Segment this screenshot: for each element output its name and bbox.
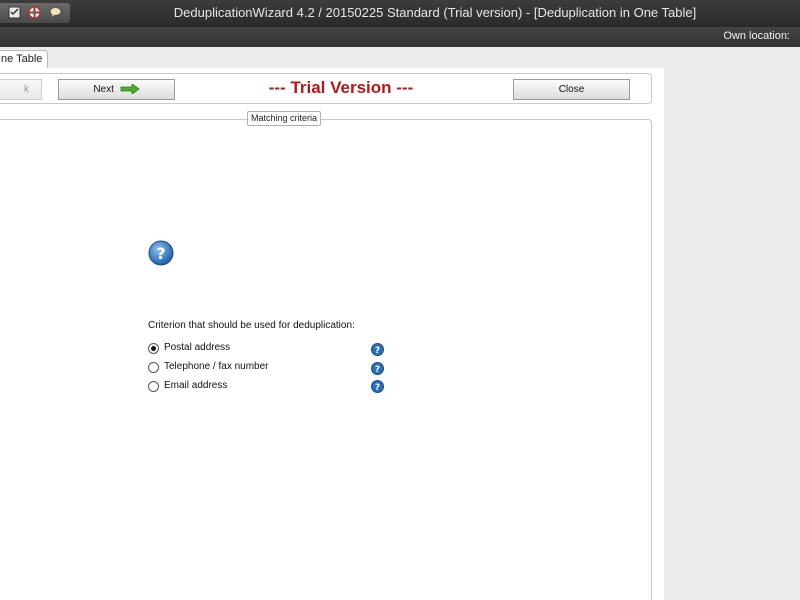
location-bar: Own location: [0, 27, 800, 47]
matching-criteria-legend: Matching criteria [247, 111, 322, 126]
back-button[interactable]: k [0, 79, 42, 100]
right-side-panel [664, 68, 800, 600]
svg-text:?: ? [375, 346, 380, 356]
radio-email-address[interactable] [148, 381, 159, 392]
help-icon[interactable]: ? [371, 362, 384, 375]
lifebuoy-icon[interactable] [28, 6, 41, 19]
close-button[interactable]: Close [513, 79, 630, 100]
criterion-label: Criterion that should be used for dedupl… [148, 320, 355, 331]
title-bar: DeduplicationWizard 4.2 / 20150225 Stand… [0, 0, 800, 27]
tab-deduplication-one-table[interactable]: ne Table [0, 50, 48, 69]
svg-text:?: ? [375, 383, 380, 393]
option-label: Telephone / fax number [164, 361, 269, 372]
trial-version-banner: --- Trial Version --- [268, 78, 414, 97]
svg-text:?: ? [375, 365, 380, 375]
radio-telephone-fax[interactable] [148, 362, 159, 373]
quick-access-toolbar [0, 3, 70, 23]
help-icon[interactable]: ? [371, 343, 384, 356]
next-button[interactable]: Next [58, 79, 175, 100]
wizard-toolbar: k Next --- Trial Version --- Close [0, 73, 652, 104]
document-tab-strip: ne Table [0, 47, 800, 69]
checklist-icon[interactable] [8, 6, 21, 19]
option-label: Email address [164, 380, 228, 391]
option-label: Postal address [164, 342, 231, 353]
main-panel: k Next --- Trial Version --- Close Match… [0, 68, 664, 600]
radio-postal-address[interactable] [148, 343, 159, 354]
own-location-label[interactable]: Own location: [723, 30, 790, 42]
help-icon[interactable]: ? [371, 380, 384, 393]
svg-text:?: ? [156, 244, 165, 263]
help-icon[interactable]: ? [148, 240, 174, 266]
chat-bubble-icon[interactable] [49, 6, 62, 19]
next-button-label: Next [93, 84, 114, 95]
matching-criteria-group: Matching criteria ? Criterion that shoul… [0, 111, 652, 600]
arrow-right-icon [120, 84, 140, 95]
window-title: DeduplicationWizard 4.2 / 20150225 Stand… [173, 5, 697, 20]
